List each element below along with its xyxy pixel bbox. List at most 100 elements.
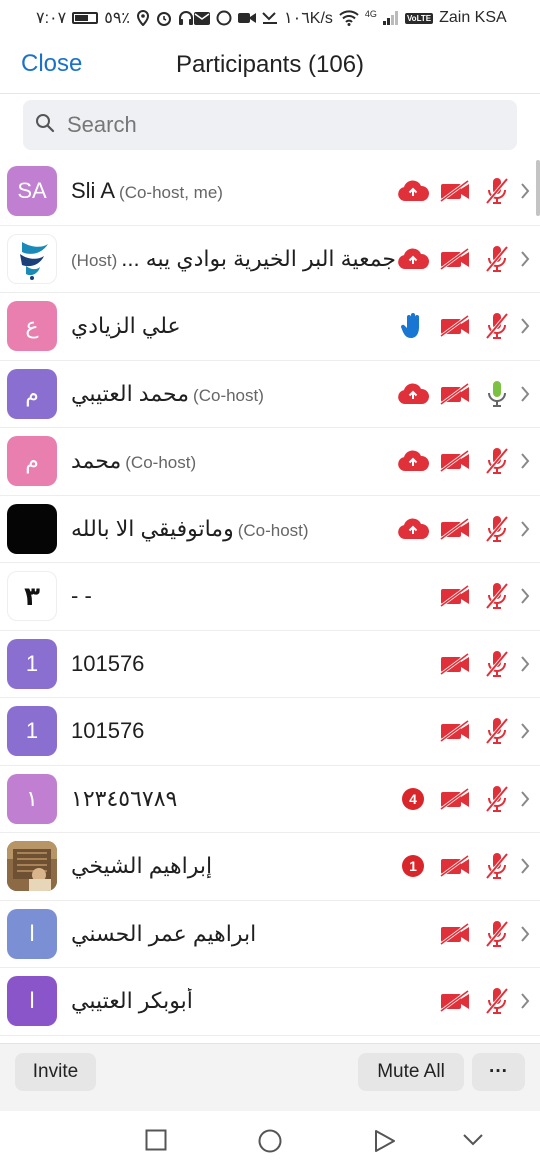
avatar: 1 — [7, 706, 57, 757]
participant-role: (Host) — [71, 250, 118, 270]
participant-row[interactable]: SA Sli A (Co-host, me) — [0, 158, 540, 226]
participant-name-group: محمد (Co-host) — [71, 448, 196, 474]
participant-name: - - — [71, 583, 92, 609]
avatar: م — [7, 436, 57, 487]
participant-name: محمد العتيبي — [71, 380, 190, 406]
participant-name-group: Sli A (Co-host, me) — [71, 178, 223, 204]
recents-icon[interactable] — [145, 1129, 167, 1156]
participant-name-group: - - — [71, 583, 92, 609]
chevron-right-icon[interactable] — [518, 513, 532, 545]
search-input[interactable] — [67, 112, 487, 138]
status-time: ٧:٠٧ — [36, 10, 67, 27]
chevron-right-icon[interactable] — [518, 175, 532, 207]
video-off-icon — [434, 850, 476, 882]
avatar: ع — [7, 301, 57, 352]
avatar-initial: ا — [28, 988, 36, 1014]
participant-name: إبراهيم الشيخي — [71, 853, 213, 879]
participant-row[interactable]: ١ ١٢٣٤٥٦٧٨٩ 4 — [0, 766, 540, 833]
participant-row[interactable]: ا أبوبكر العتيبي — [0, 968, 540, 1036]
chevron-down-icon[interactable] — [462, 1133, 484, 1152]
participant-list[interactable]: SA Sli A (Co-host, me) (Host) جمعية البر الخ… — [0, 158, 540, 1042]
chevron-right-icon[interactable] — [518, 378, 532, 410]
participant-status-icons — [392, 378, 532, 410]
participant-name: Sli A — [71, 178, 116, 204]
close-button[interactable]: Close — [21, 50, 82, 78]
scrollbar[interactable] — [536, 160, 540, 216]
more-button[interactable]: ··· — [472, 1053, 525, 1091]
back-icon[interactable] — [373, 1129, 397, 1158]
chevron-right-icon[interactable] — [518, 918, 532, 950]
chevron-right-icon[interactable] — [518, 985, 532, 1017]
alarm-icon — [156, 10, 172, 26]
video-off-icon — [434, 513, 476, 545]
missed-call-icon — [262, 11, 278, 25]
participant-row[interactable]: م محمد (Co-host) — [0, 428, 540, 496]
avatar-initial: 1 — [25, 718, 39, 744]
participant-name-group: محمد العتيبي (Co-host) — [71, 381, 264, 407]
badge-slot: 4 — [392, 783, 434, 815]
status-left: ٧:٠٧ ٥٩٪ — [36, 8, 194, 28]
participant-row[interactable]: (Host) جمعية البر الخيرية بوادي يبه ... — [0, 226, 540, 293]
chevron-right-icon[interactable] — [518, 715, 532, 747]
chevron-right-icon[interactable] — [518, 850, 532, 882]
cloud-record-icon — [392, 445, 434, 477]
participant-row[interactable]: 1 101576 — [0, 698, 540, 766]
video-off-icon — [434, 243, 476, 275]
participant-status-icons — [392, 918, 532, 950]
home-icon[interactable] — [258, 1129, 282, 1158]
avatar: SA — [7, 166, 57, 217]
cloud-record-icon — [392, 175, 434, 207]
participant-row[interactable]: ا ابراهيم عمر الحسني — [0, 901, 540, 968]
mic-muted-icon — [476, 513, 518, 545]
participant-row[interactable]: إبراهيم الشيخي 1 — [0, 833, 540, 901]
chevron-right-icon[interactable] — [518, 783, 532, 815]
chevron-right-icon[interactable] — [518, 580, 532, 612]
video-off-icon — [434, 783, 476, 815]
participant-row[interactable]: ع علي الزيادي — [0, 293, 540, 361]
video-icon — [238, 12, 257, 24]
search-bar[interactable] — [23, 100, 517, 150]
participant-status-icons — [392, 985, 532, 1017]
mic-muted-icon — [476, 918, 518, 950]
cloud-record-icon — [392, 243, 434, 275]
avatar-initial: م — [25, 380, 39, 406]
participant-status-icons: 1 — [392, 850, 532, 882]
mic-muted-icon — [476, 175, 518, 207]
mic-muted-icon — [476, 580, 518, 612]
empty-slot — [392, 715, 434, 747]
network-speed: ١٠٦K/s — [284, 10, 333, 27]
participant-role: (Co-host) — [237, 520, 309, 540]
chevron-right-icon[interactable] — [518, 310, 532, 342]
chevron-right-icon[interactable] — [518, 648, 532, 680]
raised-hand-icon — [392, 310, 434, 342]
avatar-initial: SA — [17, 178, 47, 204]
mic-muted-icon — [476, 648, 518, 680]
mic-muted-icon — [476, 310, 518, 342]
participant-name: وماتوفيقي الا بالله — [71, 515, 234, 541]
video-off-icon — [434, 175, 476, 207]
participant-row[interactable]: وماتوفيقي الا بالله (Co-host) — [0, 496, 540, 563]
participant-name-group: علي الزيادي — [71, 313, 181, 339]
cloud-record-icon — [392, 513, 434, 545]
mic-muted-icon — [476, 243, 518, 275]
action-bar: Invite Mute All ··· — [0, 1043, 540, 1111]
participant-status-icons — [392, 175, 532, 207]
participant-row[interactable]: ٣ - - — [0, 563, 540, 631]
video-off-icon — [434, 918, 476, 950]
invite-button[interactable]: Invite — [15, 1053, 96, 1091]
mic-muted-icon — [476, 445, 518, 477]
unread-badge: 4 — [402, 787, 424, 810]
mic-muted-icon — [476, 783, 518, 815]
mute-all-button[interactable]: Mute All — [358, 1053, 464, 1091]
participant-status-icons — [392, 445, 532, 477]
avatar: ١ — [7, 773, 57, 824]
mic-muted-icon — [476, 985, 518, 1017]
participant-name-group: 101576 — [71, 718, 144, 744]
chevron-right-icon[interactable] — [518, 243, 532, 275]
video-off-icon — [434, 715, 476, 747]
participant-row[interactable]: 1 101576 — [0, 631, 540, 698]
participant-row[interactable]: م محمد العتيبي (Co-host) — [0, 361, 540, 428]
avatar-initial: ٣ — [24, 580, 40, 611]
participant-status-icons — [392, 715, 532, 747]
chevron-right-icon[interactable] — [518, 445, 532, 477]
